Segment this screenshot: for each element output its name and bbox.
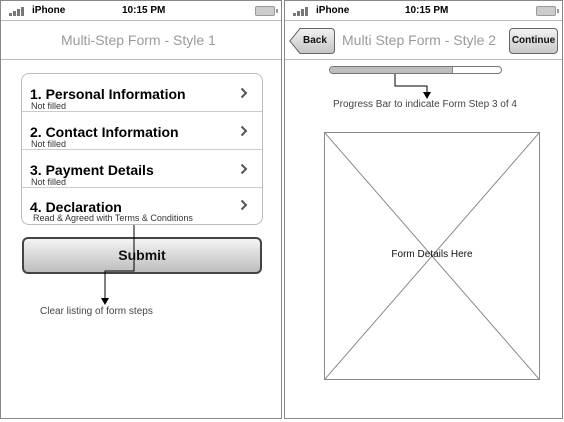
- page-title: Multi-Step Form - Style 1: [61, 32, 216, 48]
- carrier-label: iPhone: [316, 5, 350, 16]
- status-time: 10:15 PM: [405, 5, 449, 16]
- annotation-form-steps: Clear listing of form steps: [40, 306, 153, 317]
- battery-icon: [536, 6, 559, 16]
- phone-screen-style-2: iPhone 10:15 PM Back Multi Step Form - S…: [284, 0, 563, 419]
- nav-bar: Multi-Step Form - Style 1: [1, 22, 281, 60]
- continue-button[interactable]: Continue: [509, 28, 558, 54]
- step-status: Not filled: [31, 177, 67, 187]
- step-title: 1. Personal Information: [30, 86, 186, 102]
- progress-bar: [329, 66, 502, 74]
- step-row-personal-information[interactable]: 1. Personal Information Not filled: [22, 74, 262, 112]
- step-row-contact-information[interactable]: 2. Contact Information Not filled: [22, 112, 262, 150]
- chevron-right-icon: [240, 87, 248, 99]
- page-title: Multi Step Form - Style 2: [342, 32, 497, 48]
- carrier-label: iPhone: [32, 5, 66, 16]
- step-status: Not filled: [31, 139, 67, 149]
- phone-screen-style-1: iPhone 10:15 PM Multi-Step Form - Style …: [0, 0, 282, 419]
- step-status: Read & Agreed with Terms & Conditions: [33, 213, 193, 223]
- placeholder-label: Form Details Here: [391, 249, 473, 260]
- progress-annotation: Progress Bar to indicate Form Step 3 of …: [333, 99, 517, 110]
- form-details-placeholder: Form Details Here: [324, 132, 540, 380]
- battery-icon: [255, 6, 278, 16]
- submit-button[interactable]: Submit: [22, 237, 262, 274]
- status-time: 10:15 PM: [122, 5, 166, 16]
- step-row-declaration[interactable]: 4. Declaration Read & Agreed with Terms …: [22, 188, 262, 224]
- signal-icon: [293, 5, 310, 16]
- progress-fill: [330, 67, 454, 73]
- step-row-payment-details[interactable]: 3. Payment Details Not filled: [22, 150, 262, 188]
- back-button-label: Back: [303, 35, 327, 46]
- form-steps-list: 1. Personal Information Not filled 2. Co…: [21, 73, 263, 225]
- step-status: Not filled: [31, 101, 67, 111]
- back-button[interactable]: Back: [289, 28, 335, 54]
- step-title: 3. Payment Details: [30, 162, 154, 178]
- status-bar: iPhone 10:15 PM: [1, 1, 281, 21]
- chevron-right-icon: [240, 163, 248, 175]
- step-title: 2. Contact Information: [30, 124, 179, 140]
- chevron-right-icon: [240, 199, 248, 211]
- nav-bar: Back Multi Step Form - Style 2 Continue: [285, 22, 562, 60]
- status-bar: iPhone 10:15 PM: [285, 1, 562, 21]
- signal-icon: [9, 5, 26, 16]
- chevron-right-icon: [240, 125, 248, 137]
